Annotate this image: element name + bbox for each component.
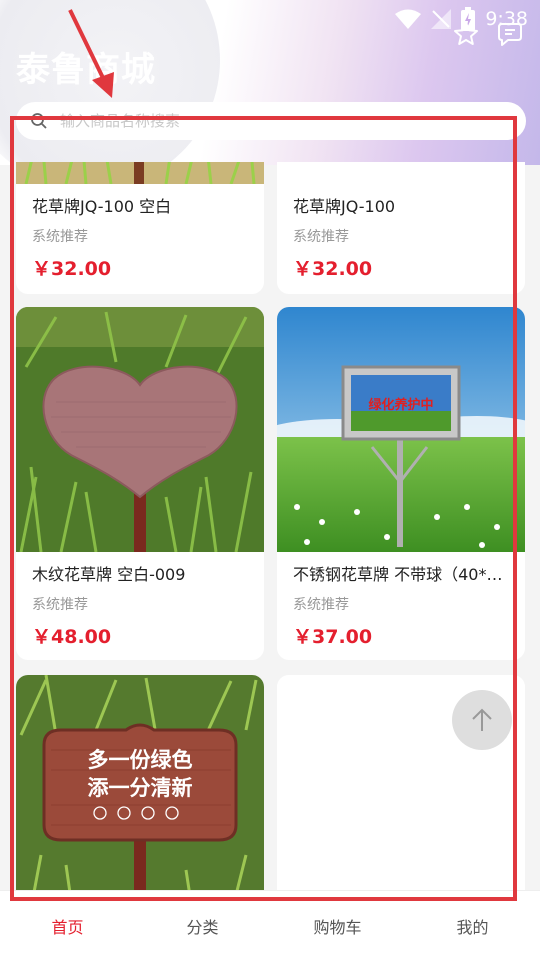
search-icon (31, 113, 47, 129)
header-banner: 9:38 泰鲁商城 (0, 0, 540, 165)
arrow-up-icon (472, 708, 492, 731)
message-icon[interactable] (496, 20, 524, 48)
nav-home[interactable]: 首页 (28, 914, 108, 938)
nav-mine[interactable]: 我的 (433, 914, 513, 938)
star-icon[interactable] (452, 20, 480, 48)
search-bar[interactable] (16, 102, 526, 140)
product-tag: 系统推荐 (293, 597, 349, 613)
product-name: 木纹花草牌 空白-009 (32, 565, 186, 584)
nav-category[interactable]: 分类 (163, 914, 243, 938)
product-card[interactable]: 木纹花草牌 空白-009 系统推荐 ￥48.00 (16, 307, 264, 660)
product-price: ￥37.00 (293, 626, 373, 648)
product-name: 不锈钢花草牌 不带球（40*… (293, 565, 503, 584)
product-image (16, 162, 264, 184)
product-card[interactable]: 绿化养护中 不锈钢花草牌 不带球（40*… 系统推荐 ￥37.00 (277, 307, 525, 660)
sign-line-1: 多一份绿色 (88, 748, 193, 772)
product-card[interactable]: 花草牌JQ-100 空白 系统推荐 ￥32.00 (16, 162, 264, 294)
product-card[interactable]: 多一份绿色 添一分清新 (16, 675, 264, 890)
back-to-top-button[interactable] (452, 690, 512, 750)
product-name: 花草牌JQ-100 (293, 197, 396, 216)
search-input[interactable] (60, 112, 480, 130)
product-tag: 系统推荐 (293, 229, 349, 245)
product-price: ￥32.00 (32, 258, 112, 280)
product-card[interactable]: 花草牌JQ-100 系统推荐 ￥32.00 (277, 162, 525, 294)
app-title: 泰鲁商城 (16, 50, 156, 90)
sign-board-text: 绿化养护中 (368, 397, 433, 413)
sign-line-2: 添一分清新 (88, 776, 193, 800)
nav-cart[interactable]: 购物车 (298, 914, 378, 938)
product-price: ￥48.00 (32, 626, 112, 648)
product-image (16, 307, 264, 552)
product-tag: 系统推荐 (32, 229, 88, 245)
bottom-nav: 首页 分类 购物车 我的 (0, 890, 540, 960)
product-image: 多一份绿色 添一分清新 (16, 675, 264, 890)
wifi-icon (395, 9, 422, 29)
product-tag: 系统推荐 (32, 597, 88, 613)
product-image (277, 162, 525, 184)
product-image: 绿化养护中 (277, 307, 525, 552)
product-grid[interactable]: 花草牌JQ-100 空白 系统推荐 ￥32.00 花草牌JQ-100 系统推荐 … (0, 162, 540, 890)
product-price: ￥32.00 (293, 258, 373, 280)
signal-icon (431, 9, 452, 29)
product-name: 花草牌JQ-100 空白 (32, 197, 172, 216)
